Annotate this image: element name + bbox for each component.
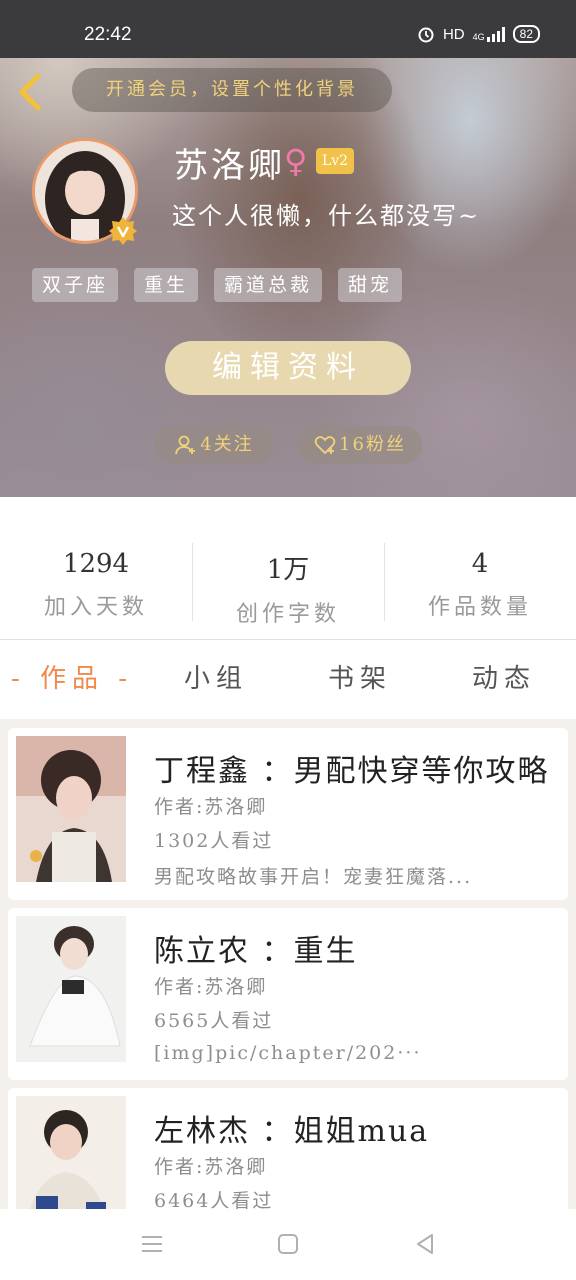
tab-activity[interactable]: 动态 — [432, 640, 576, 719]
vip-background-banner[interactable]: 开通会员，设置个性化背景 — [72, 68, 392, 112]
stat-label: 创作字数 — [235, 602, 340, 627]
profile-screen: 22:42 HD 4G 82 开通会员，设置个性化背景 苏洛卿 ♀ Lv2 这个… — [0, 0, 576, 1280]
status-time: 22:42 — [84, 24, 132, 45]
battery-icon: 82 — [512, 25, 540, 43]
work-title: 丁程鑫 ：男配快穿等你攻略 — [154, 754, 550, 789]
network-label: HD — [442, 25, 465, 43]
work-views: 6565人看过 — [154, 1010, 274, 1032]
level-badge: Lv2 — [316, 148, 354, 174]
verified-badge-icon — [108, 216, 138, 246]
tab-groups[interactable]: 小组 — [144, 640, 288, 719]
stat-join-days: 1294 加入天数 — [0, 497, 192, 639]
stat-value: 4 — [471, 549, 489, 579]
alarm-icon — [418, 27, 434, 43]
tag-item: 重生 — [134, 268, 199, 302]
user-bio: 这个人很懒，什么都没写~ — [172, 202, 481, 230]
user-add-icon — [175, 435, 196, 455]
menu-icon[interactable] — [139, 1231, 165, 1257]
work-views: 1302人看过 — [154, 830, 274, 852]
stat-works-count: 4 作品数量 — [384, 497, 576, 639]
work-author: 作者:苏洛卿 — [154, 976, 268, 998]
following-count: 4关注 — [200, 434, 254, 455]
work-cover-image — [16, 1096, 126, 1209]
work-author: 作者:苏洛卿 — [154, 1156, 268, 1178]
system-nav-bar — [0, 1209, 576, 1280]
female-gender-icon: ♀ — [284, 142, 308, 180]
followers-button[interactable]: 16粉丝 — [297, 426, 422, 464]
status-bar: 22:42 HD 4G 82 — [0, 0, 576, 58]
edit-profile-button[interactable]: 编辑资料 — [165, 341, 411, 395]
following-button[interactable]: 4关注 — [154, 426, 274, 464]
tag-item: 甜宠 — [338, 268, 403, 302]
tag-item: 双子座 — [32, 268, 119, 302]
stat-word-count: 1万 创作字数 — [192, 497, 384, 639]
username: 苏洛卿 — [174, 146, 285, 186]
stat-label: 加入天数 — [43, 595, 148, 620]
signal-type: 4G — [472, 32, 485, 42]
work-title: 左林杰 ：姐姐mua — [154, 1114, 430, 1149]
work-views: 6464人看过 — [154, 1190, 274, 1209]
tag-list: 双子座 重生 霸道总裁 甜宠 — [32, 268, 403, 302]
work-title: 陈立农 ：重生 — [154, 934, 358, 969]
tag-item: 霸道总裁 — [214, 268, 323, 302]
heart-add-icon — [314, 436, 336, 455]
stat-value: 1294 — [62, 549, 130, 579]
profile-header: 22:42 HD 4G 82 开通会员，设置个性化背景 苏洛卿 ♀ Lv2 这个… — [0, 0, 576, 497]
work-card[interactable]: 左林杰 ：姐姐mua 作者:苏洛卿 6464人看过 — [8, 1088, 568, 1209]
back-triangle-icon[interactable] — [412, 1231, 438, 1257]
chevron-left-icon — [19, 73, 41, 111]
profile-tabs: - 作品 - 小组 书架 动态 — [0, 640, 576, 719]
work-cover-image — [16, 736, 126, 882]
work-card[interactable]: 丁程鑫 ：男配快穿等你攻略 作者:苏洛卿 1302人看过 男配攻略故事开启！宠妻… — [8, 728, 568, 900]
work-description: [img]pic/chapter/202··· — [154, 1042, 422, 1064]
stat-label: 作品数量 — [427, 595, 532, 620]
work-card[interactable]: 陈立农 ：重生 作者:苏洛卿 6565人看过 [img]pic/chapter/… — [8, 908, 568, 1080]
followers-count: 16粉丝 — [339, 434, 406, 455]
works-list: 丁程鑫 ：男配快穿等你攻略 作者:苏洛卿 1302人看过 男配攻略故事开启！宠妻… — [0, 719, 576, 1209]
work-description: 男配攻略故事开启！宠妻狂魔落... — [154, 866, 473, 888]
tab-works[interactable]: - 作品 - — [0, 640, 144, 719]
home-icon[interactable] — [275, 1231, 301, 1257]
stat-value: 1万 — [266, 555, 310, 585]
back-button[interactable] — [14, 70, 48, 114]
status-icons: HD 4G 82 — [417, 25, 540, 43]
signal-icon: 4G — [473, 26, 505, 42]
stats-panel: 1294 加入天数 1万 创作字数 4 作品数量 — [0, 497, 576, 640]
work-author: 作者:苏洛卿 — [154, 796, 268, 818]
work-cover-image — [16, 916, 126, 1062]
tab-bookshelf[interactable]: 书架 — [288, 640, 432, 719]
